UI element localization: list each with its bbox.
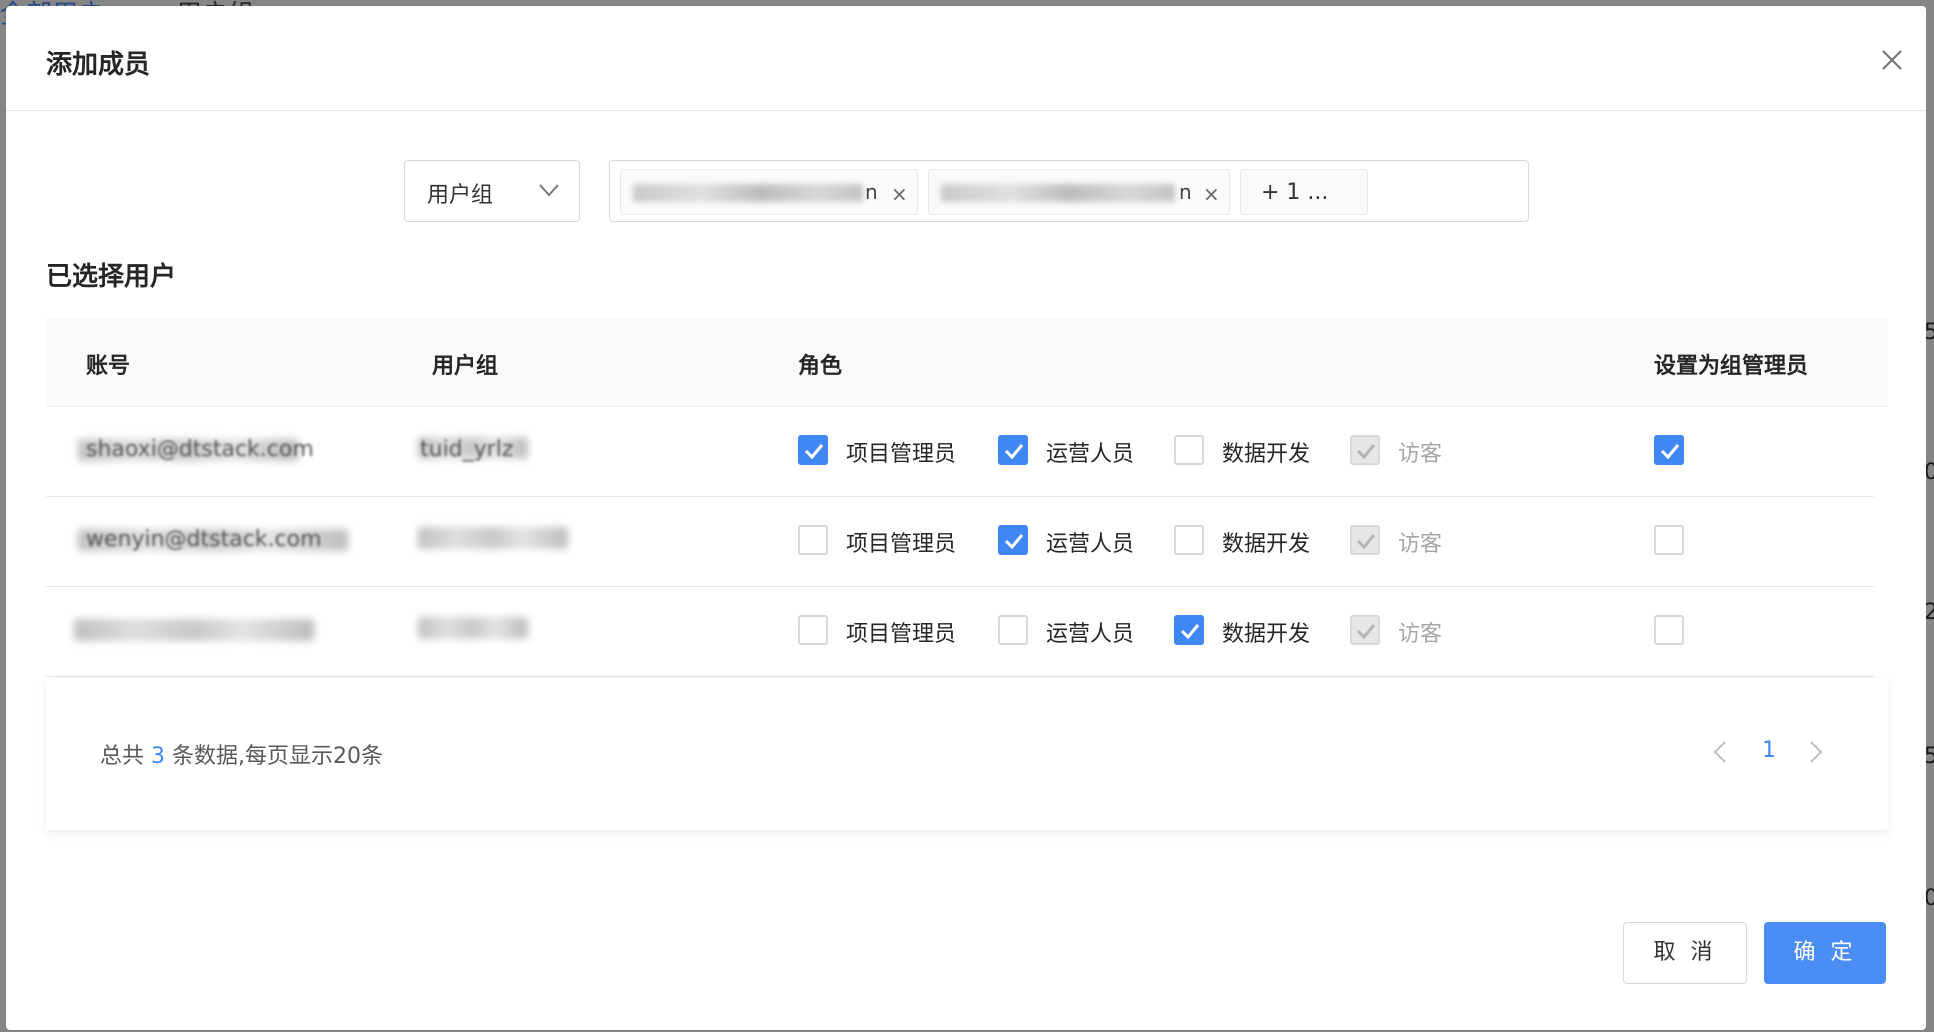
- next-page-icon[interactable]: [1804, 738, 1828, 766]
- group-type-select[interactable]: 用户组: [404, 160, 580, 222]
- role-checkbox[interactable]: [798, 525, 828, 555]
- group-cell-blurred: [418, 617, 528, 639]
- tag-text-tail: n: [865, 180, 878, 204]
- role-label: 项目管理员: [846, 442, 957, 467]
- selected-users-table: 账号 用户组 角色 设置为组管理员 shaoxi@dtstack.com tuid…: [46, 318, 1888, 677]
- role-label: 访客: [1398, 532, 1443, 557]
- select-value: 用户组: [427, 183, 494, 208]
- role-label: 运营人员: [1046, 622, 1135, 647]
- group-tag-input[interactable]: n × n × + 1 ...: [609, 160, 1529, 222]
- dialog-title: 添加成员: [46, 50, 151, 80]
- total-prefix: 总共: [100, 744, 145, 769]
- role-label: 数据开发: [1222, 442, 1311, 467]
- col-role: 角色: [798, 354, 843, 379]
- table-row: 项目管理员 运营人员 数据开发 访客: [46, 587, 1874, 677]
- pagination-panel: 总共 3 条数据,每页显示20条 1: [46, 678, 1888, 830]
- tag-remove-icon[interactable]: ×: [891, 182, 908, 206]
- group-admin-checkbox[interactable]: [1654, 525, 1684, 555]
- selected-group-tag: n ×: [928, 169, 1230, 215]
- confirm-button[interactable]: 确 定: [1764, 922, 1886, 984]
- role-checkbox[interactable]: [1174, 615, 1204, 645]
- group-cell-blurred: [418, 527, 568, 549]
- prev-page-icon[interactable]: [1708, 738, 1732, 766]
- col-admin: 设置为组管理员: [1654, 354, 1809, 379]
- blurred-tag-text: [941, 184, 1175, 202]
- account-cell: shaoxi@dtstack.com: [86, 437, 314, 462]
- col-account: 账号: [86, 354, 131, 379]
- total-suffix: 条数据,每页显示20条: [172, 744, 384, 769]
- selected-users-title: 已选择用户: [46, 262, 177, 292]
- chevron-down-icon: [539, 184, 559, 197]
- role-checkbox[interactable]: [998, 435, 1028, 465]
- group-admin-checkbox[interactable]: [1654, 435, 1684, 465]
- total-summary: 总共 3 条数据,每页显示20条: [100, 738, 383, 770]
- role-checkbox: [1350, 615, 1380, 645]
- more-tags-indicator[interactable]: + 1 ...: [1240, 169, 1368, 215]
- role-checkbox: [1350, 525, 1380, 555]
- role-label: 访客: [1398, 622, 1443, 647]
- table-body: shaoxi@dtstack.com tuid_yrlz 项目管理员 运营人员 数据开发…: [46, 407, 1888, 677]
- role-checkbox[interactable]: [798, 615, 828, 645]
- selected-group-tag: n ×: [620, 169, 918, 215]
- tag-remove-icon[interactable]: ×: [1203, 182, 1220, 206]
- tag-text-tail: n: [1179, 180, 1192, 204]
- group-admin-checkbox[interactable]: [1654, 615, 1684, 645]
- close-icon[interactable]: [1878, 46, 1906, 74]
- blurred-tag-text: [633, 184, 863, 202]
- dialog-header: 添加成员: [6, 6, 1926, 111]
- role-label: 运营人员: [1046, 442, 1135, 467]
- table-row: shaoxi@dtstack.com tuid_yrlz 项目管理员 运营人员 数据开发…: [46, 407, 1874, 497]
- role-checkbox: [1350, 435, 1380, 465]
- role-checkbox[interactable]: [1174, 525, 1204, 555]
- role-label: 项目管理员: [846, 622, 957, 647]
- group-cell: tuid_yrlz: [420, 437, 514, 462]
- cancel-button[interactable]: 取 消: [1623, 922, 1747, 984]
- role-label: 运营人员: [1046, 532, 1135, 557]
- role-label: 项目管理员: [846, 532, 957, 557]
- role-label: 数据开发: [1222, 532, 1311, 557]
- account-cell: wenyin@dtstack.com: [86, 527, 322, 552]
- filter-row: 用户组 n × n × + 1 ...: [6, 160, 1926, 224]
- role-checkbox[interactable]: [998, 615, 1028, 645]
- role-label: 访客: [1398, 442, 1443, 467]
- page-number[interactable]: 1: [1762, 738, 1776, 763]
- total-count: 3: [151, 744, 166, 769]
- role-checkbox[interactable]: [1174, 435, 1204, 465]
- role-label: 数据开发: [1222, 622, 1311, 647]
- role-checkbox[interactable]: [798, 435, 828, 465]
- add-member-dialog: 添加成员 用户组 n × n × + 1 ... 已选择用户 账号 用户组 角色…: [6, 6, 1926, 1030]
- account-cell-blurred: [74, 619, 314, 641]
- role-checkbox[interactable]: [998, 525, 1028, 555]
- more-tags-label: + 1 ...: [1261, 180, 1329, 205]
- col-group: 用户组: [432, 354, 499, 379]
- table-header: 账号 用户组 角色 设置为组管理员: [46, 318, 1888, 407]
- table-row: wenyin@dtstack.com 项目管理员 运营人员 数据开发 访客: [46, 497, 1874, 587]
